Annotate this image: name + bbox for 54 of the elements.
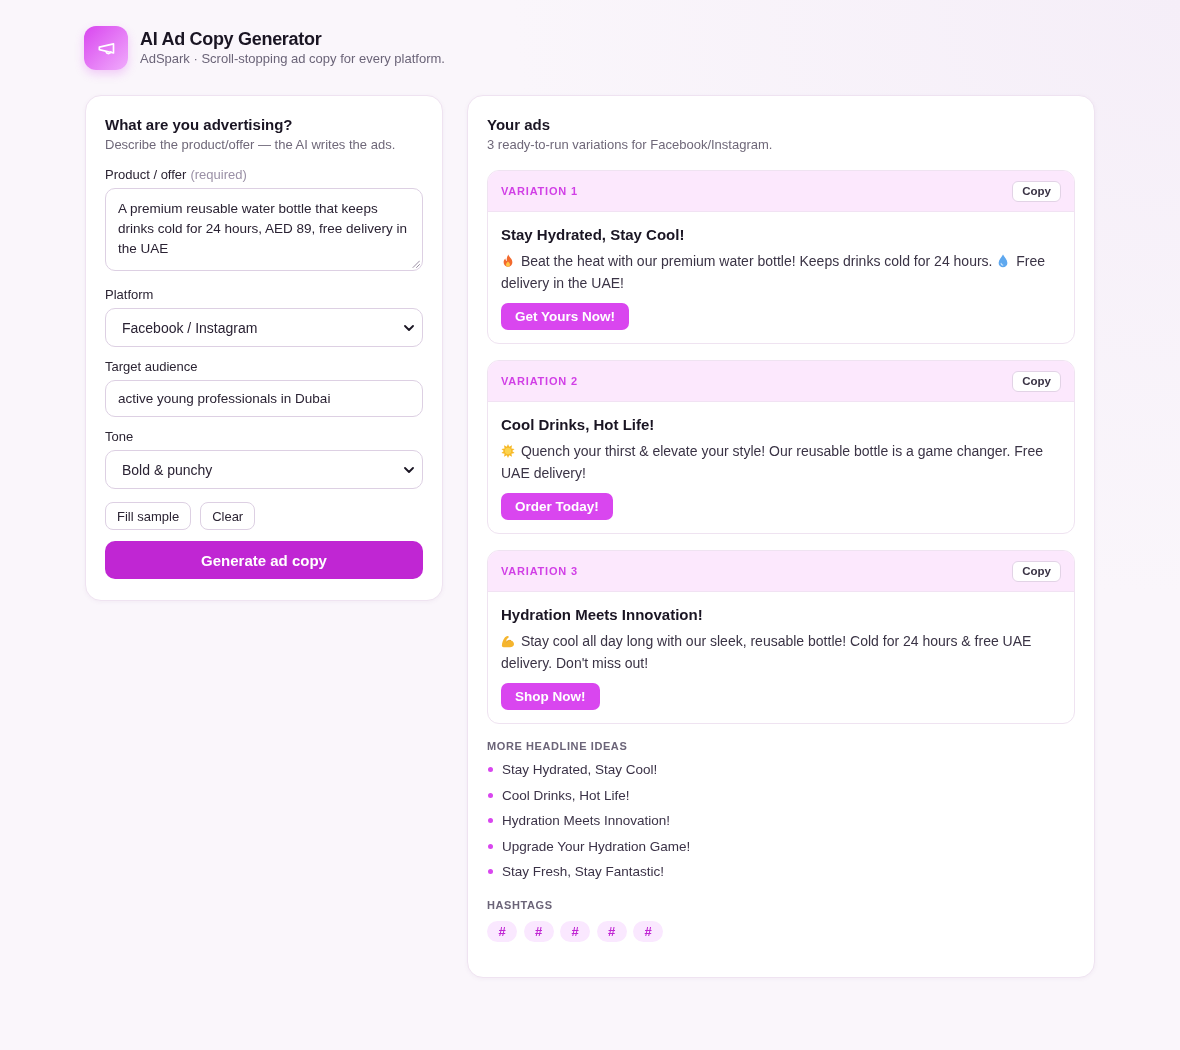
hashtag-tag: # — [633, 921, 663, 942]
flame-icon — [501, 254, 515, 268]
generate-button[interactable]: Generate ad copy — [105, 541, 423, 579]
ad-body-text: Quench your thirst & elevate your style! Our reusable bottle is a game changer. Free UAE delivery! — [501, 442, 1045, 483]
variation-label: VARIATION 2 — [501, 375, 578, 387]
hashtag-tag: # — [523, 921, 554, 942]
variation-label: VARIATION 1 — [501, 185, 578, 197]
text-input-field[interactable]: active young professionals in Dubai — [105, 380, 423, 417]
hashtag-tag: # — [560, 921, 590, 942]
copy-button[interactable]: Copy — [1012, 370, 1061, 392]
resize-handle-icon[interactable] — [412, 260, 420, 268]
form-title: What are you advertising? — [105, 115, 294, 135]
section-heading: HASHTAGS — [487, 898, 554, 913]
headline-idea: Stay Fresh, Stay Fantastic! — [502, 864, 665, 880]
bullet-icon — [488, 818, 493, 824]
chevron-down-icon[interactable] — [404, 466, 414, 473]
dropdown-field[interactable]: Facebook / Instagram — [105, 308, 423, 347]
megaphone-icon — [84, 26, 128, 70]
flexed-arm-icon — [501, 634, 515, 648]
ad-body-text: Beat the heat with our premium water bottle! Keeps drinks cold for 24 hours. Free delivery in the UAE! — [501, 252, 1047, 293]
ad-headline: Stay Hydrated, Stay Cool! — [501, 225, 686, 245]
app-title: AI Ad Copy Generator — [140, 28, 323, 50]
sun-icon — [501, 444, 515, 458]
field-label: Product / offer — [105, 166, 187, 184]
field-label: Target audience — [105, 358, 198, 376]
headline-idea: Hydration Meets Innovation! — [502, 813, 671, 829]
bullet-icon — [488, 843, 493, 849]
results-subtitle: 3 ready-to-run variations for Facebook/Instagram. — [487, 136, 774, 154]
bullet-icon — [488, 792, 493, 798]
chevron-down-icon[interactable] — [404, 324, 414, 331]
results-title: Your ads — [487, 115, 552, 135]
headline-idea: Stay Hydrated, Stay Cool! — [502, 762, 658, 778]
hashtag-tag: # — [596, 921, 627, 942]
ad-headline: Cool Drinks, Hot Life! — [501, 415, 656, 435]
field-label: Platform — [105, 286, 154, 304]
section-heading: MORE HEADLINE IDEAS — [487, 739, 629, 754]
variation-label: VARIATION 3 — [501, 565, 578, 577]
text-area-field[interactable]: A premium reusable water bottle that keeps drinks cold for 24 hours, AED 89, free delivery in the UAE — [105, 188, 423, 271]
required-hint: (required) — [190, 166, 247, 184]
ad-headline: Hydration Meets Innovation! — [501, 605, 704, 625]
headline-idea: Upgrade Your Hydration Game! — [502, 838, 691, 854]
headline-idea: Cool Drinks, Hot Life! — [502, 787, 630, 803]
copy-button[interactable]: Copy — [1012, 180, 1061, 202]
field-label: Tone — [105, 428, 134, 446]
secondary-button[interactable]: Clear — [200, 502, 256, 530]
ad-body-text: Stay cool all day long with our sleek, reusable bottle! Cold for 24 hours & free UAE delivery. Don't miss out! — [501, 632, 1033, 673]
secondary-button[interactable]: Fill sample — [105, 502, 192, 530]
bullet-icon — [488, 869, 493, 875]
copy-button[interactable]: Copy — [1012, 560, 1061, 582]
form-subtitle: Describe the product/offer — the AI writes the ads. — [105, 136, 397, 154]
hashtag-tag: # — [487, 921, 517, 942]
app-subtitle: AdSpark · Scroll-stopping ad copy for every platform. — [140, 50, 445, 68]
bullet-icon — [488, 767, 493, 773]
dropdown-field[interactable]: Bold & punchy — [105, 450, 423, 489]
